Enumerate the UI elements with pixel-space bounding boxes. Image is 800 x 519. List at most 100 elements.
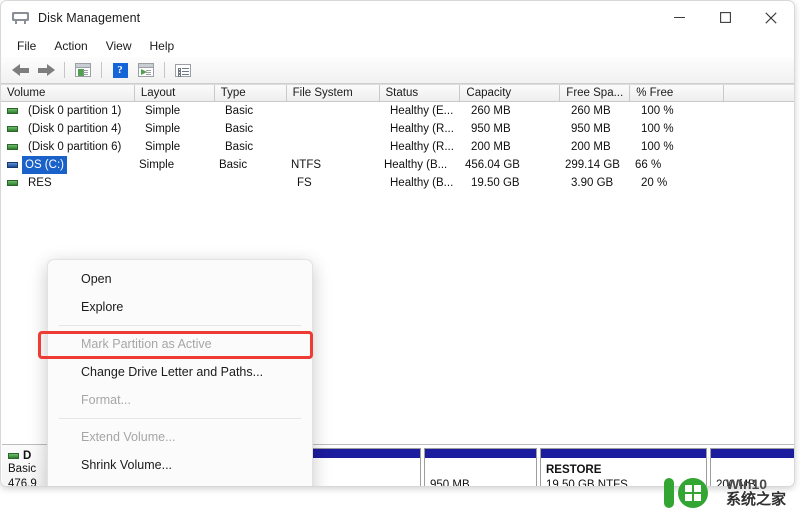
context-menu-item-format: Format... xyxy=(81,393,132,407)
cell-type: Basic xyxy=(225,105,254,117)
partition-bar xyxy=(425,449,536,458)
help-button[interactable]: ? xyxy=(107,59,133,82)
partition-name: RESTORE xyxy=(546,464,602,476)
cell-status: Healthy (B... xyxy=(390,177,454,189)
cell-file-system: NTFS xyxy=(290,159,322,171)
cell-type: Basic xyxy=(218,159,248,171)
context-menu-item-open[interactable]: Open xyxy=(48,265,312,293)
cell-capacity: 260 MB xyxy=(471,105,511,117)
toolbar-separator xyxy=(101,62,102,78)
properties-list-icon xyxy=(175,63,191,77)
show-hide-console-tree-button[interactable] xyxy=(70,59,96,82)
table-row-selected[interactable]: OS (C:) Simple Basic NTFS Healthy (B... … xyxy=(1,156,794,174)
console-tree-icon xyxy=(75,63,91,77)
cell-volume: (Disk 0 partition 1) xyxy=(28,105,122,117)
column-header-percent-free[interactable]: % Free xyxy=(630,85,725,101)
watermark: Win10 系统之家 xyxy=(663,477,786,509)
disk-management-window: Disk Management File Action View Help ? … xyxy=(0,0,795,487)
menu-item-view[interactable]: View xyxy=(97,37,141,55)
toolbar-separator xyxy=(164,62,165,78)
column-header-free-space[interactable]: Free Spa... xyxy=(560,85,631,101)
back-button[interactable] xyxy=(7,59,33,82)
toolbar: ? xyxy=(1,57,794,84)
cell-percent-free: 100 % xyxy=(641,123,674,135)
cell-status: Healthy (R... xyxy=(390,141,454,153)
disk-management-icon xyxy=(12,10,29,25)
cell-capacity: 200 MB xyxy=(471,141,511,153)
volume-list: Volume Layout Type File System Status Ca… xyxy=(1,84,794,192)
content-area: Volume Layout Type File System Status Ca… xyxy=(1,84,794,487)
column-header-volume[interactable]: Volume xyxy=(1,85,135,101)
partition-size: 950 MB xyxy=(430,479,470,487)
column-header-layout[interactable]: Layout xyxy=(135,85,215,101)
menu-item-action[interactable]: Action xyxy=(45,37,96,55)
cell-free-space: 260 MB xyxy=(571,105,611,117)
partition-bar xyxy=(711,449,794,458)
context-menu-item-explore[interactable]: Explore xyxy=(48,293,312,321)
context-menu: Open Explore Mark Partition as Active Ch… xyxy=(47,259,313,486)
volume-icon xyxy=(7,108,18,114)
maximize-icon[interactable] xyxy=(702,1,748,34)
close-icon[interactable] xyxy=(748,1,794,34)
table-row[interactable]: (Disk 0 partition 6) Simple Basic Health… xyxy=(1,138,794,156)
volume-table-header: Volume Layout Type File System Status Ca… xyxy=(1,84,794,102)
cell-free-space: 200 MB xyxy=(571,141,611,153)
cell-volume: RES xyxy=(28,177,52,189)
window-title: Disk Management xyxy=(38,10,141,25)
volume-icon xyxy=(7,162,18,168)
column-header-status[interactable]: Status xyxy=(380,85,461,101)
context-menu-separator xyxy=(59,325,301,326)
cell-volume: (Disk 0 partition 4) xyxy=(28,123,122,135)
cell-percent-free: 100 % xyxy=(641,105,674,117)
context-menu-separator xyxy=(59,418,301,419)
cell-capacity: 19.50 GB xyxy=(471,177,520,189)
table-row[interactable]: (Disk 0 partition 4) Simple Basic Health… xyxy=(1,120,794,138)
disk-icon xyxy=(8,453,19,459)
column-header-file-system[interactable]: File System xyxy=(287,85,380,101)
column-header-capacity[interactable]: Capacity xyxy=(460,85,561,101)
cell-file-system: FS xyxy=(297,177,312,189)
window-controls xyxy=(656,1,794,34)
context-menu-item-extend-volume: Extend Volume... xyxy=(81,430,176,444)
partition-950mb[interactable]: 950 MB Healthy (Recover xyxy=(424,448,537,487)
disk-name: D xyxy=(23,450,32,462)
cell-layout: Simple xyxy=(138,159,175,171)
cell-capacity: 456.04 GB xyxy=(464,159,520,171)
play-panel-icon xyxy=(138,63,154,77)
arrow-right-icon xyxy=(37,63,55,77)
help-question-icon: ? xyxy=(112,62,128,78)
column-header-type[interactable]: Type xyxy=(215,85,287,101)
cell-layout: Simple xyxy=(145,141,181,153)
menu-item-file[interactable]: File xyxy=(8,37,45,55)
cell-free-space: 299.14 GB xyxy=(564,159,620,171)
cell-status: Healthy (R... xyxy=(390,123,454,135)
partition-bar xyxy=(541,449,706,458)
cell-layout: Simple xyxy=(145,105,181,117)
column-header-blank[interactable] xyxy=(724,85,794,101)
volume-icon xyxy=(7,144,18,150)
volume-icon xyxy=(7,126,18,132)
forward-button[interactable] xyxy=(33,59,59,82)
cell-capacity: 950 MB xyxy=(471,123,511,135)
action-button[interactable] xyxy=(133,59,159,82)
title-bar: Disk Management xyxy=(1,1,794,34)
volume-icon xyxy=(7,180,18,186)
arrow-left-icon xyxy=(11,63,29,77)
menu-item-help[interactable]: Help xyxy=(141,37,184,55)
minimize-icon[interactable] xyxy=(656,1,702,34)
context-menu-item-mark-partition-as-active: Mark Partition as Active xyxy=(81,337,212,351)
context-menu-item-shrink-volume[interactable]: Shrink Volume... xyxy=(48,451,312,479)
table-row[interactable]: RES FS Healthy (B... 19.50 GB 3.90 GB 20… xyxy=(1,174,794,192)
menu-bar: File Action View Help xyxy=(1,34,794,57)
cell-percent-free: 100 % xyxy=(641,141,674,153)
toolbar-separator xyxy=(64,62,65,78)
cell-free-space: 950 MB xyxy=(571,123,611,135)
watermark-line2: 系统之家 xyxy=(725,491,786,509)
properties-button[interactable] xyxy=(170,59,196,82)
cell-status: Healthy (E... xyxy=(390,105,454,117)
cell-status: Healthy (B... xyxy=(383,159,448,171)
cell-free-space: 3.90 GB xyxy=(571,177,614,189)
table-row[interactable]: (Disk 0 partition 1) Simple Basic Health… xyxy=(1,102,794,120)
context-menu-item-change-drive-letter-and-paths[interactable]: Change Drive Letter and Paths... xyxy=(48,358,312,386)
cell-percent-free: 20 % xyxy=(641,177,668,189)
